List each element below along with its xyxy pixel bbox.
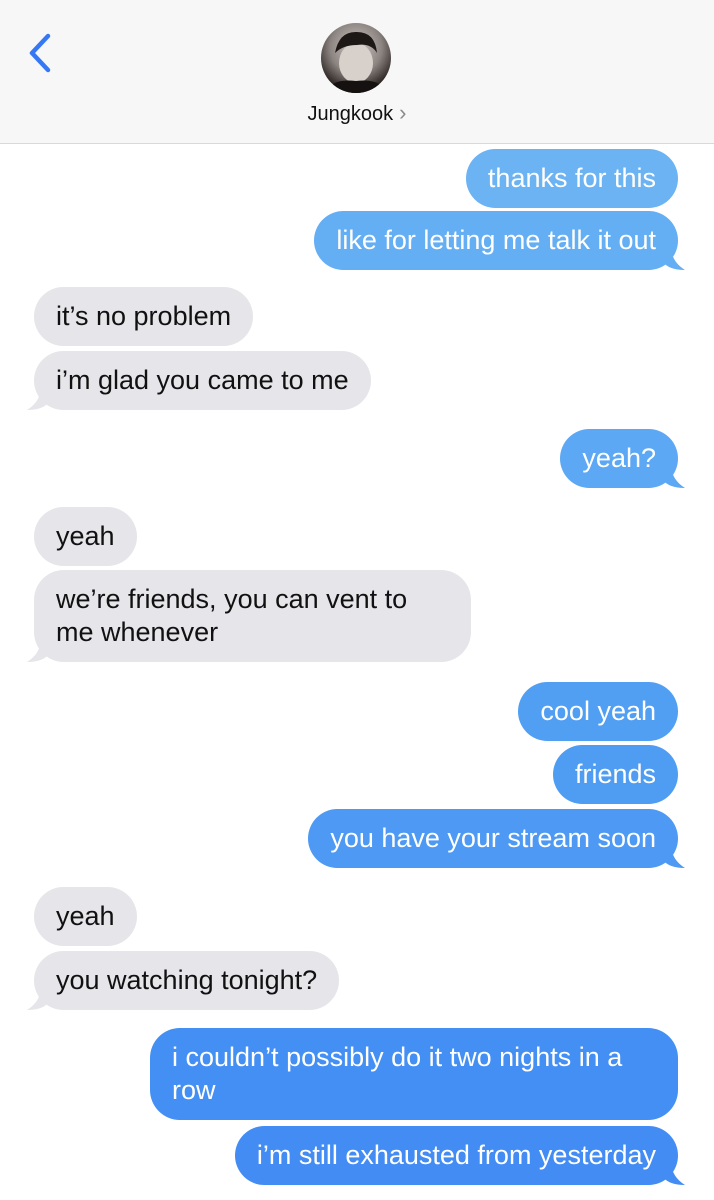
message-text: we’re friends, you can vent to me whenev… xyxy=(56,584,408,647)
contact-avatar[interactable] xyxy=(321,23,391,93)
chevron-right-icon: › xyxy=(399,100,407,125)
bubble-tail xyxy=(27,388,49,410)
back-button[interactable] xyxy=(24,30,58,76)
message-text: like for letting me talk it out xyxy=(336,225,656,255)
message-text: friends xyxy=(574,759,656,789)
conversation-header: Jungkook › xyxy=(0,0,714,144)
message-text: i’m glad you came to me xyxy=(56,365,349,395)
outgoing-message-bubble[interactable]: yeah? xyxy=(560,429,685,488)
outgoing-message-bubble[interactable]: friends xyxy=(552,745,678,804)
message-text: yeah? xyxy=(582,443,656,473)
outgoing-message-bubble[interactable]: like for letting me talk it out xyxy=(314,211,685,270)
contact-name-row[interactable]: Jungkook › xyxy=(0,100,714,130)
bubble-tail xyxy=(663,466,685,488)
incoming-message-bubble[interactable]: yeah xyxy=(34,507,137,566)
message-text: it’s no problem xyxy=(56,301,232,331)
message-text: thanks for this xyxy=(487,163,656,193)
outgoing-message-bubble[interactable]: thanks for this xyxy=(465,149,678,208)
bubble-tail xyxy=(27,640,49,662)
incoming-message-bubble[interactable]: it’s no problem xyxy=(34,287,254,346)
message-text: yeah xyxy=(56,521,115,551)
message-text: yeah xyxy=(56,901,115,931)
message-text: i couldn’t possibly do it two nights in … xyxy=(172,1042,623,1105)
message-text: cool yeah xyxy=(540,696,656,726)
message-text: you have your stream soon xyxy=(330,823,656,853)
message-text: you watching tonight? xyxy=(56,965,318,995)
bubble-tail xyxy=(663,1163,685,1185)
incoming-message-bubble[interactable]: you watching tonight? xyxy=(27,951,340,1010)
outgoing-message-bubble[interactable]: i’m still exhausted from yesterday xyxy=(234,1126,685,1185)
outgoing-message-bubble[interactable]: you have your stream soon xyxy=(308,809,685,868)
bubble-tail xyxy=(663,248,685,270)
chevron-left-icon xyxy=(29,33,51,73)
bubble-tail xyxy=(663,846,685,868)
message-text: i’m still exhausted from yesterday xyxy=(256,1140,656,1170)
incoming-message-bubble[interactable]: yeah xyxy=(34,887,137,946)
contact-name[interactable]: Jungkook xyxy=(308,103,394,125)
outgoing-message-bubble[interactable]: cool yeah xyxy=(518,682,678,741)
bubble-tail xyxy=(27,988,49,1010)
incoming-message-bubble[interactable]: we’re friends, you can vent to me whenev… xyxy=(27,570,471,662)
incoming-message-bubble[interactable]: i’m glad you came to me xyxy=(27,351,371,410)
outgoing-message-bubble[interactable]: i couldn’t possibly do it two nights in … xyxy=(150,1028,678,1120)
